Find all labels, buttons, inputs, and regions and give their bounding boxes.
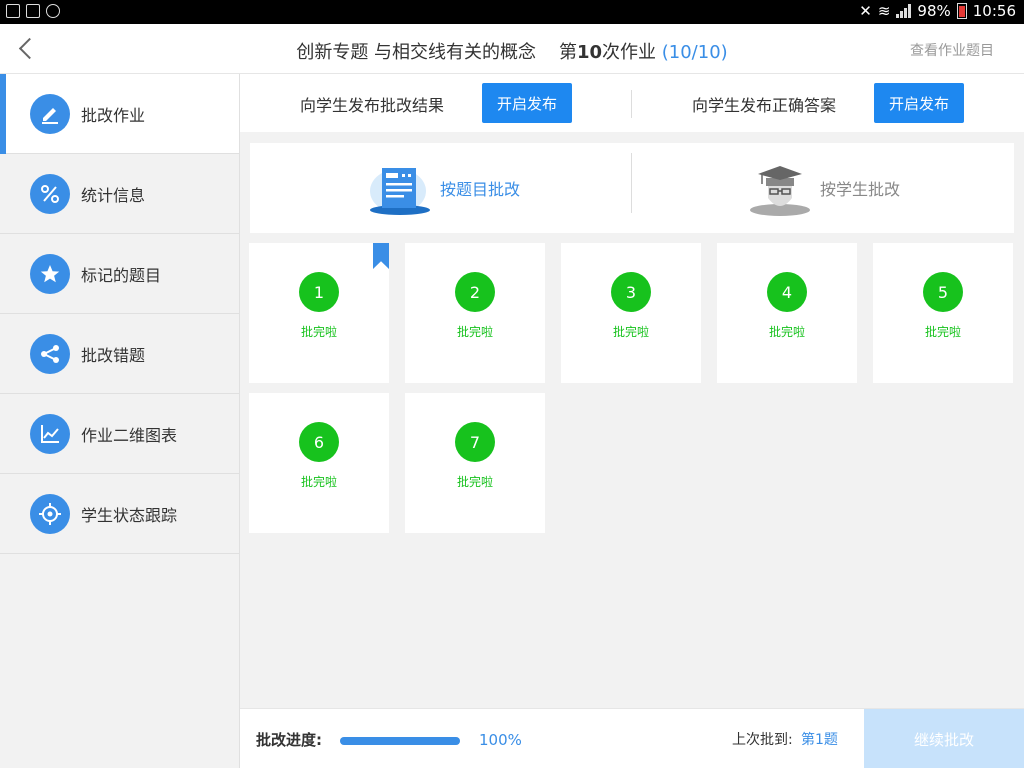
question-card[interactable]: 5 批完啦 (873, 243, 1013, 383)
sidebar-item-label: 统计信息 (81, 185, 146, 205)
publish-results-button[interactable]: 开启发布 (482, 83, 572, 123)
topic-title: 创新专题 与相交线有关的概念 (296, 42, 537, 63)
question-status: 批完啦 (300, 475, 337, 489)
sidebar-item-marked-questions[interactable]: 标记的题目 (0, 234, 239, 314)
target-icon (30, 493, 70, 534)
line-chart-icon (30, 413, 70, 454)
wifi-icon: ≋ (877, 2, 891, 20)
publish-answers-button[interactable]: 开启发布 (874, 83, 964, 123)
progress-label: 批改进度: (256, 731, 322, 749)
sidebar-item-grade-homework[interactable]: 批改作业 (0, 74, 239, 154)
grade-by-question-label: 按题目批改 (440, 180, 521, 199)
sidebar-item-label: 学生状态跟踪 (81, 505, 178, 525)
blocked-icon (46, 4, 60, 18)
question-status: 批完啦 (300, 325, 337, 339)
divider (631, 153, 632, 213)
document-icon (370, 168, 430, 215)
sidebar-item-label: 标记的题目 (81, 265, 162, 285)
last-graded-link[interactable]: 第1题 (801, 729, 838, 749)
question-card[interactable]: 7 批完啦 (405, 393, 545, 533)
sidebar-item-label: 批改错题 (81, 345, 146, 365)
question-number: 6 (299, 422, 339, 462)
question-status: 批完啦 (612, 325, 649, 339)
bottom-bar: 批改进度: 100% 上次批到: 第1题 继续批改 (240, 708, 1024, 768)
signal-icon (896, 4, 912, 18)
battery-percent: 98% (917, 2, 951, 20)
question-number: 4 (767, 272, 807, 312)
question-status: 批完啦 (924, 325, 961, 339)
grading-mode-selector: 按题目批改 按学生批改 (250, 143, 1014, 233)
header: 创新专题 与相交线有关的概念 第10次作业 (10/10) 查看作业题目 (0, 24, 1024, 74)
divider (631, 90, 632, 118)
share-icon (30, 333, 70, 374)
continue-grading-button[interactable]: 继续批改 (864, 709, 1024, 768)
homework-suffix: 次作业 (602, 42, 657, 63)
sidebar-item-grade-wrong[interactable]: 批改错题 (0, 314, 239, 394)
question-card[interactable]: 1 批完啦 (249, 243, 389, 383)
homework-count: (10/10) (661, 42, 728, 63)
publish-answers-label: 向学生发布正确答案 (692, 96, 837, 115)
question-card[interactable]: 6 批完啦 (249, 393, 389, 533)
sidebar-item-student-tracking[interactable]: 学生状态跟踪 (0, 474, 239, 554)
save-icon (26, 4, 40, 18)
grade-by-student-label: 按学生批改 (820, 180, 901, 199)
publish-results-label: 向学生发布批改结果 (300, 96, 445, 115)
homework-prefix: 第 (558, 42, 577, 63)
sidebar-item-statistics[interactable]: 统计信息 (0, 154, 239, 234)
student-graduate-icon (750, 166, 810, 216)
percent-icon (30, 173, 70, 214)
progress-bar (340, 737, 460, 745)
question-status: 批完啦 (456, 325, 493, 339)
progress-value: 100% (479, 731, 522, 749)
grade-by-question-tab[interactable]: 按题目批改 (368, 143, 520, 233)
pencil-icon (30, 93, 70, 134)
sidebar-item-label: 批改作业 (81, 105, 146, 125)
mute-icon: ✕ (859, 2, 872, 20)
progress-fill (340, 737, 460, 745)
view-questions-link[interactable]: 查看作业题目 (910, 40, 994, 60)
sidebar: 批改作业 统计信息 标记的题目 批改错题 作业二维图表 学生状态跟踪 (0, 74, 240, 768)
battery-icon (956, 3, 967, 19)
question-number: 7 (455, 422, 495, 462)
question-card[interactable]: 3 批完啦 (561, 243, 701, 383)
publish-bar: 向学生发布批改结果 开启发布 向学生发布正确答案 开启发布 (240, 74, 1024, 132)
clock: 10:56 (972, 2, 1016, 20)
question-number: 3 (611, 272, 651, 312)
star-icon (30, 253, 70, 294)
page-title: 创新专题 与相交线有关的概念 第10次作业 (10/10) (0, 38, 1024, 64)
question-status: 批完啦 (768, 325, 805, 339)
last-graded-label: 上次批到: (732, 732, 793, 748)
question-number: 5 (923, 272, 963, 312)
bookmark-icon (373, 243, 389, 269)
homework-number: 10 (576, 42, 603, 63)
sidebar-item-label: 作业二维图表 (81, 425, 178, 445)
sidebar-item-homework-chart[interactable]: 作业二维图表 (0, 394, 239, 474)
status-bar: ✕ ≋ 98% 10:56 (0, 0, 1024, 24)
question-number: 2 (455, 272, 495, 312)
question-card[interactable]: 2 批完啦 (405, 243, 545, 383)
question-number: 1 (299, 272, 339, 312)
question-status: 批完啦 (456, 475, 493, 489)
question-card[interactable]: 4 批完啦 (717, 243, 857, 383)
grade-by-student-tab[interactable]: 按学生批改 (748, 143, 900, 233)
notification-icon (6, 4, 20, 18)
